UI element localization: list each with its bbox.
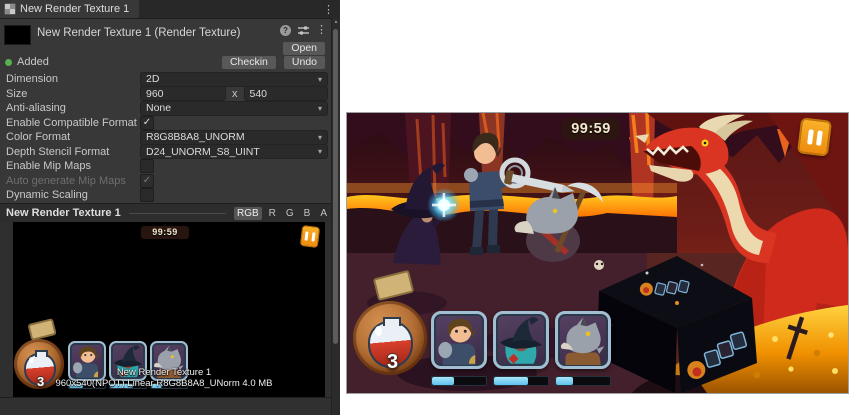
version-control-row: Added Checkin Undo <box>0 54 340 70</box>
tab-title: New Render Texture 1 <box>20 3 129 15</box>
property-row-dimension: Dimension 2D ▾ <box>0 72 340 87</box>
inspector-panel: New Render Texture 1 ⋮ New Render Textur… <box>0 0 340 415</box>
screenshot-root: New Render Texture 1 ⋮ New Render Textur… <box>0 0 850 415</box>
enable-compatible-format-checkbox[interactable]: ✓ <box>140 116 154 130</box>
preview-drag-handle[interactable] <box>129 213 226 214</box>
channel-b-button[interactable]: B <box>301 207 314 220</box>
presets-icon[interactable] <box>298 25 309 36</box>
tab-new-render-texture[interactable]: New Render Texture 1 <box>0 0 139 18</box>
dynamic-scaling-checkbox[interactable] <box>140 188 154 202</box>
game-timer: 99:59 <box>562 118 620 140</box>
inspector-footer-strip <box>0 397 340 415</box>
antialiasing-dropdown[interactable]: None ▾ <box>140 101 328 116</box>
channel-buttons: RGB R G B A <box>234 207 330 220</box>
card-hero[interactable] <box>431 311 487 369</box>
property-row-size: Size 960 x 540 <box>0 87 340 102</box>
game-party-cards <box>431 311 611 386</box>
inspector-scrollbar: ▲ <box>331 18 340 415</box>
werewolf-charge-bar <box>555 376 611 386</box>
preview-pause-button <box>300 225 320 248</box>
inspector-tabbar: New Render Texture 1 ⋮ <box>0 0 340 19</box>
property-list: Dimension 2D ▾ Size 960 x 540 Anti-alias… <box>0 72 340 203</box>
game-view: 99:59 3 <box>346 112 849 394</box>
help-icon[interactable]: ? <box>280 25 291 36</box>
witch-charge-bar <box>493 376 549 386</box>
property-row-depth-stencil-format: Depth Stencil Format D24_UNORM_S8_UINT ▾ <box>0 145 340 160</box>
scrollbar-thumb[interactable] <box>333 29 338 344</box>
size-separator: x <box>232 88 238 100</box>
render-texture-icon <box>4 3 16 15</box>
preview-info-overlay: New Render Texture 1 960x540(NPOT) Linea… <box>13 368 315 389</box>
card-witch[interactable] <box>493 311 549 369</box>
property-row-auto-generate-mip-maps: Auto generate Mip Maps ✓ <box>0 174 340 189</box>
enable-mip-maps-checkbox[interactable] <box>140 159 154 173</box>
dimension-dropdown[interactable]: 2D ▾ <box>140 72 328 87</box>
tabbar-kebab-icon[interactable]: ⋮ <box>317 3 340 16</box>
preview-toolbar: New Render Texture 1 RGB R G B A <box>0 203 340 223</box>
channel-a-button[interactable]: A <box>317 207 330 220</box>
preview-info-details: 960x540(NPOT) Linear R8G8B8A8_UNorm 4.0 … <box>13 379 315 390</box>
preview-title: New Render Texture 1 <box>6 207 121 219</box>
depth-stencil-format-dropdown[interactable]: D24_UNORM_S8_UINT ▾ <box>140 144 328 159</box>
scroll-up-icon[interactable]: ▲ <box>332 18 340 27</box>
preview-area: 99:59 3 <box>0 222 340 397</box>
render-texture-preview: 99:59 3 <box>13 222 325 397</box>
game-pause-button[interactable] <box>797 117 832 157</box>
size-height-input[interactable]: 540 <box>244 86 329 101</box>
dropdown-arrow-icon: ▾ <box>318 133 322 142</box>
dropdown-arrow-icon: ▾ <box>318 104 322 113</box>
undo-button[interactable]: Undo <box>283 55 326 70</box>
vcs-status: Added <box>17 56 49 68</box>
channel-g-button[interactable]: G <box>283 207 297 220</box>
dropdown-arrow-icon: ▾ <box>318 147 322 156</box>
property-row-dynamic-scaling: Dynamic Scaling <box>0 188 340 203</box>
game-potion-button[interactable]: 3 <box>353 301 427 375</box>
auto-generate-mip-maps-checkbox: ✓ <box>140 174 154 188</box>
channel-rgb-button[interactable]: RGB <box>234 207 262 220</box>
color-format-dropdown[interactable]: R8G8B8A8_UNORM ▾ <box>140 130 328 145</box>
checkin-button[interactable]: Checkin <box>221 55 277 70</box>
potion-count: 3 <box>387 351 398 374</box>
preview-info-name: New Render Texture 1 <box>13 368 315 379</box>
asset-thumbnail <box>4 25 31 45</box>
property-row-enable-mip-maps: Enable Mip Maps <box>0 159 340 174</box>
property-row-enable-compatible-format: Enable Compatible Format ✓ <box>0 116 340 131</box>
property-row-antialiasing: Anti-aliasing None ▾ <box>0 101 340 116</box>
hero-charge-bar <box>431 376 487 386</box>
channel-r-button[interactable]: R <box>266 207 279 220</box>
asset-title: New Render Texture 1 (Render Texture) <box>37 27 240 39</box>
preview-game-timer: 99:59 <box>141 226 189 239</box>
inspector-header: New Render Texture 1 (Render Texture) ? … <box>0 18 340 70</box>
size-width-input[interactable]: 960 <box>140 86 226 101</box>
header-kebab-icon[interactable]: ⋮ <box>316 25 327 36</box>
vcs-added-dot-icon <box>5 59 12 66</box>
header-icons: ? ⋮ <box>280 25 327 36</box>
dropdown-arrow-icon: ▾ <box>318 75 322 84</box>
card-werewolf[interactable] <box>555 311 611 369</box>
property-row-color-format: Color Format R8G8B8A8_UNORM ▾ <box>0 130 340 145</box>
